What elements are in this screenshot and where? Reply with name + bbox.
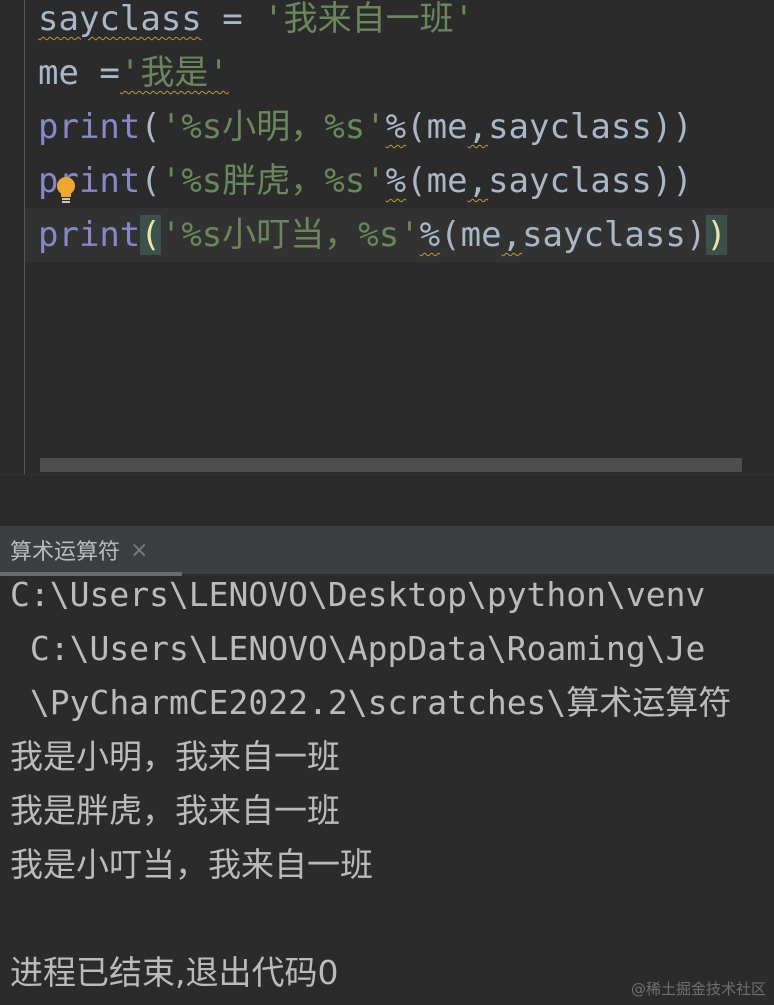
code-token: (me	[440, 215, 502, 255]
horizontal-scrollbar[interactable]	[40, 458, 742, 472]
code-token: (	[140, 161, 161, 201]
code-line-5-current[interactable]: print('%s小叮当，%s'%(me,sayclass))	[25, 208, 774, 262]
code-line-4[interactable]: print('%s胖虎，%s'%(me,sayclass))	[38, 154, 693, 208]
console-line: C:\Users\LENOVO\AppData\Roaming\Je	[10, 629, 706, 668]
code-token: print	[38, 107, 141, 147]
tab-label: 算术运算符	[10, 540, 121, 565]
console-output-line: 我是小叮当，我来自一班	[10, 845, 373, 884]
code-token: %	[419, 215, 441, 255]
code-token: '%s小叮当，%s'	[160, 215, 420, 255]
close-icon[interactable]: ×	[130, 538, 148, 563]
code-token: (me	[406, 161, 468, 201]
code-token: sayclass	[38, 0, 202, 39]
run-tool-window-tabbar: 算术运算符 ×	[0, 526, 774, 574]
code-token: print	[38, 215, 141, 255]
code-token: sayclass))	[488, 107, 693, 147]
code-token: (	[140, 107, 161, 147]
console-line: C:\Users\LENOVO\Desktop\python\venv	[10, 576, 706, 614]
code-token: (me	[406, 107, 468, 147]
code-token: sayclass))	[488, 161, 693, 201]
code-line-1[interactable]: sayclass = '我来自一班'	[38, 0, 474, 46]
code-token: (	[140, 215, 161, 255]
code-token: sayclass)	[522, 215, 707, 255]
tab-run-config[interactable]: 算术运算符 ×	[0, 526, 158, 574]
code-token: =	[78, 53, 120, 93]
code-token: )	[706, 215, 727, 255]
code-token: ,	[467, 107, 489, 147]
code-token: me	[38, 53, 79, 93]
lightbulb-icon[interactable]	[56, 176, 76, 204]
code-token: '我是'	[119, 53, 229, 93]
code-token: %	[385, 161, 407, 201]
panel-splitter[interactable]	[0, 474, 774, 527]
console-exit-line: 进程已结束,退出代码0	[10, 953, 339, 992]
code-line-3[interactable]: print('%s小明，%s'%(me,sayclass))	[38, 100, 693, 154]
code-token: =	[201, 0, 264, 39]
console-output-line: 我是胖虎，我来自一班	[10, 791, 340, 830]
watermark: @稀土掘金技术社区	[630, 980, 766, 998]
code-token: '%s胖虎，%s'	[160, 161, 386, 201]
run-console[interactable]: C:\Users\LENOVO\Desktop\python\venv C:\U…	[0, 576, 774, 1005]
console-line: \PyCharmCE2022.2\scratches\算术运算符	[10, 683, 732, 722]
code-editor[interactable]: sayclass = '我来自一班' me ='我是' print('%s小明，…	[0, 0, 774, 474]
code-token: ,	[501, 215, 523, 255]
code-token: '我来自一班'	[263, 0, 475, 39]
code-token: print	[38, 161, 141, 201]
console-output-line: 我是小明，我来自一班	[10, 737, 340, 776]
code-token: '%s小明，%s'	[160, 107, 386, 147]
code-token: %	[385, 107, 407, 147]
code-line-2[interactable]: me ='我是'	[38, 46, 229, 100]
code-token: ,	[467, 161, 489, 201]
